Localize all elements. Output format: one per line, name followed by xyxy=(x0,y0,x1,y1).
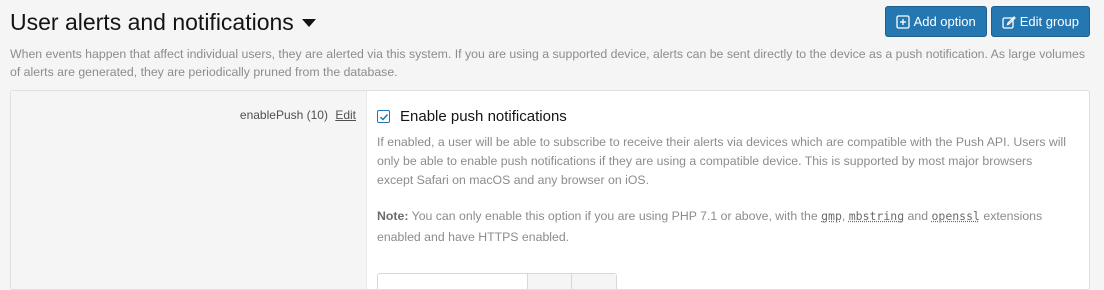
option-id-text: enablePush (10) xyxy=(239,108,328,122)
edit-icon xyxy=(1002,15,1016,29)
option-label-column: enablePush (10) Edit xyxy=(11,91,367,289)
code-mbstring: mbstring xyxy=(848,209,905,223)
enable-push-checkbox[interactable] xyxy=(377,110,390,123)
code-openssl: openssl xyxy=(931,209,980,223)
option-note: Note: You can only enable this option if… xyxy=(377,206,1067,248)
note-sep-1: , xyxy=(841,209,849,223)
header-buttons: Add option Edit group xyxy=(884,6,1090,37)
enable-push-row[interactable]: Enable push notifications xyxy=(377,108,567,125)
group-description: When events happen that affect individua… xyxy=(10,47,1085,79)
note-sep-2: and xyxy=(904,209,932,223)
page-header: User alerts and notifications Add option… xyxy=(10,6,1090,40)
option-edit-link[interactable]: Edit xyxy=(335,108,356,122)
add-option-label: Add option xyxy=(913,14,976,29)
plus-square-icon xyxy=(895,14,910,29)
caret-down-icon[interactable] xyxy=(301,19,316,27)
note-text-1: You can only enable this option if you a… xyxy=(408,209,822,223)
option-explain-text: If enabled, a user will be able to subsc… xyxy=(377,135,1066,187)
note-prefix: Note: xyxy=(377,209,409,223)
edit-group-label: Edit group xyxy=(1019,14,1079,29)
number-input[interactable] xyxy=(378,274,528,289)
add-option-button[interactable]: Add option xyxy=(884,6,987,37)
option-id-label: enablePush (10) Edit xyxy=(240,108,356,122)
checkmark-icon xyxy=(379,113,388,121)
number-input-group xyxy=(377,273,617,289)
edit-group-button[interactable]: Edit group xyxy=(990,6,1090,37)
increment-button[interactable] xyxy=(572,274,616,289)
page-title-text: User alerts and notifications xyxy=(10,9,294,35)
decrement-button[interactable] xyxy=(528,274,572,289)
page-title[interactable]: User alerts and notifications xyxy=(10,8,316,36)
options-block: enablePush (10) Edit Enable push notific… xyxy=(10,90,1090,290)
enable-push-label[interactable]: Enable push notifications xyxy=(400,108,567,125)
code-gmp: gmp xyxy=(821,209,842,223)
